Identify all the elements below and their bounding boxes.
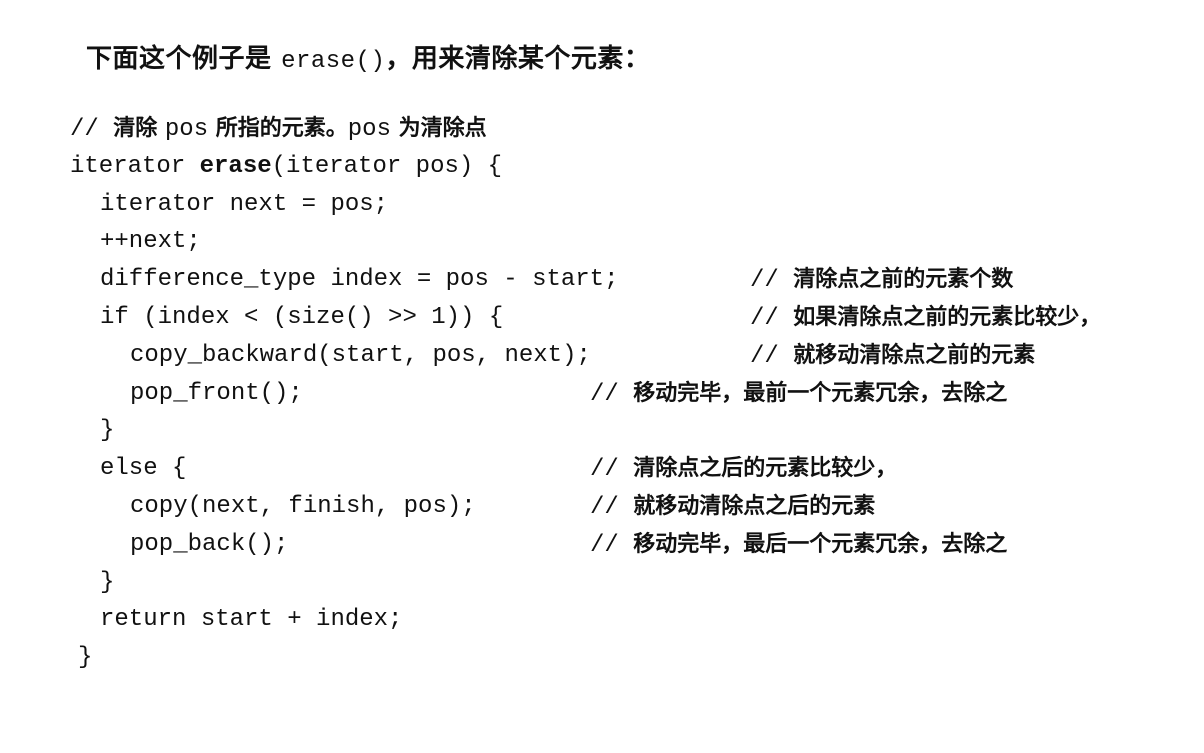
- line-comment: // 清除点之后的元素比较少，: [590, 455, 898, 484]
- code-line: pop_front(); // 移动完毕，最前一个元素冗余，去除之: [70, 375, 1190, 413]
- code-line: }: [100, 568, 115, 596]
- intro-prefix: 下面这个例子是: [86, 44, 282, 74]
- header-comment: // 清除 pos 所指的元素。pos 为清除点: [70, 115, 487, 143]
- code-line: if (index < (size() >> 1)) { // 如果清除点之前的…: [70, 299, 1190, 337]
- code-line-signature: iterator erase(iterator pos) {: [70, 152, 503, 180]
- line-comment: // 清除点之前的元素个数: [750, 266, 1014, 295]
- line-comment: // 移动完毕，最后一个元素冗余，去除之: [590, 530, 1008, 559]
- code-listing: // 清除 pos 所指的元素。pos 为清除点 iterator erase(…: [70, 110, 1190, 677]
- code-line: }: [78, 644, 93, 672]
- code-line: copy(next, finish, pos); // 就移动清除点之后的元素: [70, 488, 1190, 526]
- intro-paragraph: 下面这个例子是 erase()，用来清除某个元素：: [86, 38, 650, 75]
- code-line: }: [100, 417, 115, 445]
- line-comment: // 如果清除点之前的元素比较少，: [750, 303, 1102, 332]
- code-line: return start + index;: [100, 606, 403, 634]
- code-line: difference_type index = pos - start; // …: [70, 261, 1190, 299]
- code-line: else { // 清除点之后的元素比较少，: [70, 450, 1190, 488]
- code-line: ++next;: [100, 228, 201, 256]
- line-comment: // 移动完毕，最前一个元素冗余，去除之: [590, 379, 1008, 408]
- line-comment: // 就移动清除点之前的元素: [750, 341, 1036, 370]
- code-line: copy_backward(start, pos, next); // 就移动清…: [70, 337, 1190, 375]
- intro-suffix: ，用来清除某个元素：: [385, 44, 651, 74]
- document-page: 下面这个例子是 erase()，用来清除某个元素： // 清除 pos 所指的元…: [0, 0, 1204, 698]
- function-name-erase: erase: [199, 152, 272, 180]
- code-line-comment-header: // 清除 pos 所指的元素。pos 为清除点: [70, 110, 1190, 148]
- intro-function-name: erase(): [281, 48, 386, 75]
- code-line: pop_back(); // 移动完毕，最后一个元素冗余，去除之: [70, 526, 1190, 564]
- line-comment: // 就移动清除点之后的元素: [590, 492, 876, 521]
- code-line: iterator next = pos;: [100, 190, 389, 218]
